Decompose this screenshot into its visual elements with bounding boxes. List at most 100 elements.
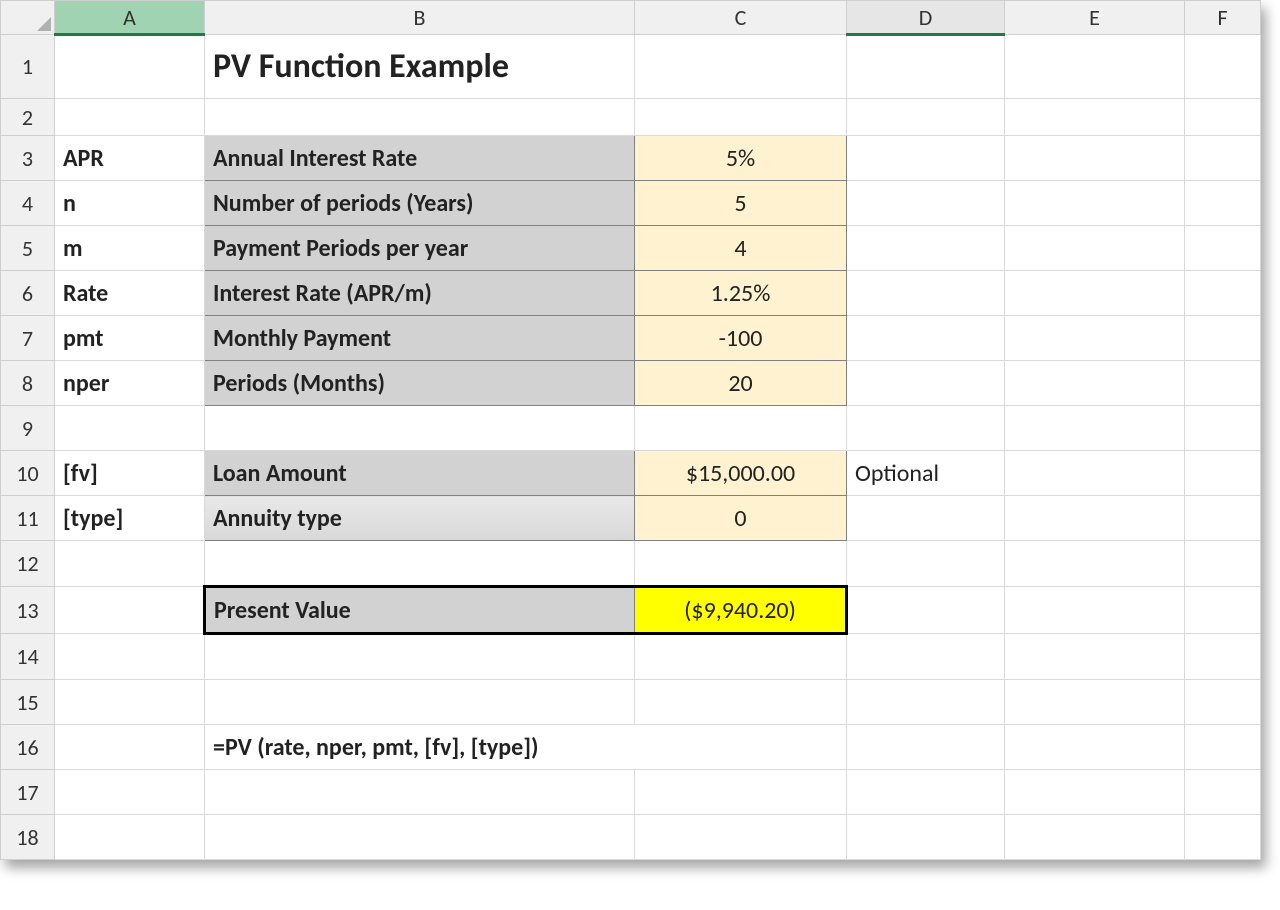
cell-F4[interactable]	[1185, 181, 1261, 226]
cell-A2[interactable]	[55, 99, 205, 136]
cell-F12[interactable]	[1185, 541, 1261, 587]
row-5[interactable]: 5 m Payment Periods per year 4	[1, 226, 1261, 271]
cell-E2[interactable]	[1005, 99, 1185, 136]
cell-A1[interactable]	[55, 35, 205, 99]
row-header-8[interactable]: 8	[1, 361, 55, 406]
col-header-E[interactable]: E	[1005, 1, 1185, 35]
col-header-B[interactable]: B	[205, 1, 635, 35]
cell-A8[interactable]: nper	[55, 361, 205, 406]
cell-B16-formula[interactable]: =PV (rate, nper, pmt, [fv], [type])	[205, 725, 847, 770]
cell-D15[interactable]	[847, 680, 1005, 725]
col-header-F[interactable]: F	[1185, 1, 1261, 35]
row-8[interactable]: 8 nper Periods (Months) 20	[1, 361, 1261, 406]
cell-F14[interactable]	[1185, 634, 1261, 680]
row-1[interactable]: 1 PV Function Example	[1, 35, 1261, 99]
row-15[interactable]: 15	[1, 680, 1261, 725]
cell-F1[interactable]	[1185, 35, 1261, 99]
row-header-6[interactable]: 6	[1, 271, 55, 316]
cell-D14[interactable]	[847, 634, 1005, 680]
cell-C8[interactable]: 20	[635, 361, 847, 406]
cell-B1-title[interactable]: PV Function Example	[205, 35, 635, 99]
cell-B4[interactable]: Number of periods (Years)	[205, 181, 635, 226]
row-header-10[interactable]: 10	[1, 451, 55, 496]
row-10[interactable]: 10 [fv] Loan Amount $15,000.00 Optional	[1, 451, 1261, 496]
cell-E6[interactable]	[1005, 271, 1185, 316]
row-header-5[interactable]: 5	[1, 226, 55, 271]
row-17[interactable]: 17	[1, 770, 1261, 815]
cell-E15[interactable]	[1005, 680, 1185, 725]
cell-C13-result[interactable]: ($9,940.20)	[635, 587, 847, 634]
row-4[interactable]: 4 n Number of periods (Years) 5	[1, 181, 1261, 226]
cell-C6[interactable]: 1.25%	[635, 271, 847, 316]
cell-B12[interactable]	[205, 541, 635, 587]
cell-E11[interactable]	[1005, 496, 1185, 541]
cell-A12[interactable]	[55, 541, 205, 587]
cell-E4[interactable]	[1005, 181, 1185, 226]
cell-C12[interactable]	[635, 541, 847, 587]
row-2[interactable]: 2	[1, 99, 1261, 136]
cell-C2[interactable]	[635, 99, 847, 136]
cell-C17[interactable]	[635, 770, 847, 815]
cell-E12[interactable]	[1005, 541, 1185, 587]
cell-F7[interactable]	[1185, 316, 1261, 361]
cell-C9[interactable]	[635, 406, 847, 451]
row-13[interactable]: 13 Present Value ($9,940.20)	[1, 587, 1261, 634]
cell-F3[interactable]	[1185, 136, 1261, 181]
cell-E14[interactable]	[1005, 634, 1185, 680]
cell-C5[interactable]: 4	[635, 226, 847, 271]
cell-B7[interactable]: Monthly Payment	[205, 316, 635, 361]
cell-B17[interactable]	[205, 770, 635, 815]
cell-B18[interactable]	[205, 815, 635, 860]
cell-B13[interactable]: Present Value	[205, 587, 635, 634]
row-header-16[interactable]: 16	[1, 725, 55, 770]
cell-A18[interactable]	[55, 815, 205, 860]
cell-D12[interactable]	[847, 541, 1005, 587]
row-header-11[interactable]: 11	[1, 496, 55, 541]
row-header-9[interactable]: 9	[1, 406, 55, 451]
cell-E18[interactable]	[1005, 815, 1185, 860]
cell-E7[interactable]	[1005, 316, 1185, 361]
cell-A16[interactable]	[55, 725, 205, 770]
row-header-1[interactable]: 1	[1, 35, 55, 99]
cell-D16[interactable]	[847, 725, 1005, 770]
row-header-14[interactable]: 14	[1, 634, 55, 680]
cell-D5[interactable]	[847, 226, 1005, 271]
cell-E9[interactable]	[1005, 406, 1185, 451]
cell-F11[interactable]	[1185, 496, 1261, 541]
cell-A14[interactable]	[55, 634, 205, 680]
row-header-7[interactable]: 7	[1, 316, 55, 361]
cell-F18[interactable]	[1185, 815, 1261, 860]
row-header-4[interactable]: 4	[1, 181, 55, 226]
col-header-D[interactable]: D	[847, 1, 1005, 35]
cell-F13[interactable]	[1185, 587, 1261, 634]
column-header-row[interactable]: A B C D E F	[1, 1, 1261, 35]
cell-B6[interactable]: Interest Rate (APR/m)	[205, 271, 635, 316]
cell-A15[interactable]	[55, 680, 205, 725]
cell-A6[interactable]: Rate	[55, 271, 205, 316]
cell-D10[interactable]: Optional	[847, 451, 1005, 496]
cell-F9[interactable]	[1185, 406, 1261, 451]
cell-A10[interactable]: [fv]	[55, 451, 205, 496]
cell-D4[interactable]	[847, 181, 1005, 226]
row-header-12[interactable]: 12	[1, 541, 55, 587]
row-3[interactable]: 3 APR Annual Interest Rate 5%	[1, 136, 1261, 181]
cell-A17[interactable]	[55, 770, 205, 815]
cell-E1[interactable]	[1005, 35, 1185, 99]
cell-E10[interactable]	[1005, 451, 1185, 496]
cell-F6[interactable]	[1185, 271, 1261, 316]
cell-F2[interactable]	[1185, 99, 1261, 136]
cell-E3[interactable]	[1005, 136, 1185, 181]
spreadsheet-grid[interactable]: A B C D E F 1 PV Function Example 2 3 AP…	[0, 0, 1261, 860]
cell-E17[interactable]	[1005, 770, 1185, 815]
cell-D3[interactable]	[847, 136, 1005, 181]
cell-E13[interactable]	[1005, 587, 1185, 634]
cell-E8[interactable]	[1005, 361, 1185, 406]
cell-C11[interactable]: 0	[635, 496, 847, 541]
row-header-3[interactable]: 3	[1, 136, 55, 181]
cell-D11[interactable]	[847, 496, 1005, 541]
cell-D13[interactable]	[847, 587, 1005, 634]
row-7[interactable]: 7 pmt Monthly Payment -100	[1, 316, 1261, 361]
cell-B2[interactable]	[205, 99, 635, 136]
cell-F5[interactable]	[1185, 226, 1261, 271]
cell-A13[interactable]	[55, 587, 205, 634]
